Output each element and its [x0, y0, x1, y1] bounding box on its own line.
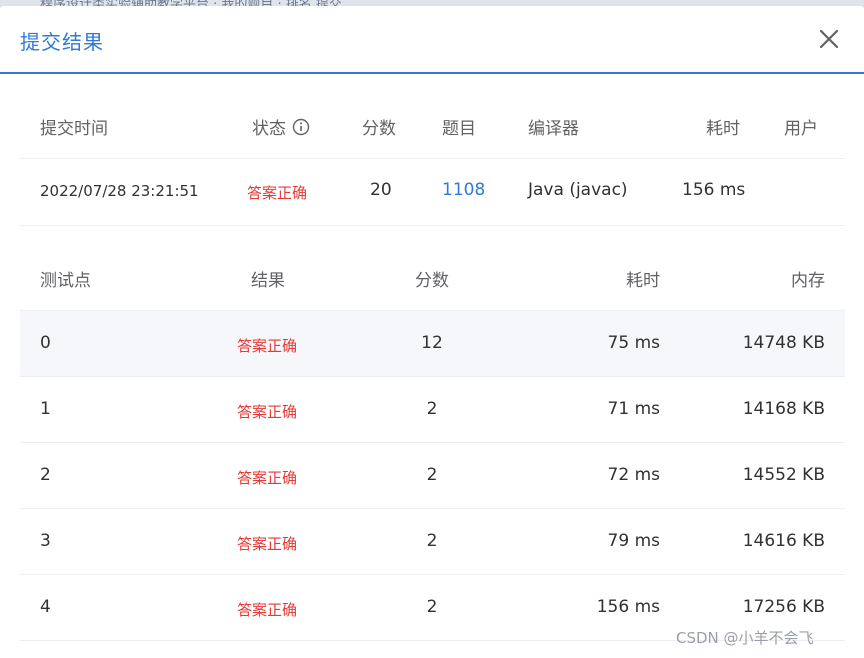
- header-score: 分数: [362, 119, 396, 139]
- tests-header-row: 测试点 结果 分数 耗时 内存: [20, 244, 845, 311]
- test-result: 答案正确: [236, 337, 298, 355]
- close-icon: [819, 29, 839, 49]
- test-id: 1: [40, 399, 51, 419]
- test-id: 2: [40, 465, 51, 485]
- test-score: 2: [426, 597, 438, 617]
- duration-value: 156 ms: [682, 180, 746, 200]
- test-memory: 14616 KB: [742, 531, 825, 551]
- header-test-point: 测试点: [40, 271, 91, 291]
- problem-link[interactable]: 1108: [442, 180, 485, 200]
- dialog-header: 提交结果: [0, 6, 864, 74]
- header-result: 结果: [251, 271, 285, 291]
- test-memory: 14748 KB: [742, 333, 825, 353]
- header-submit-time: 提交时间: [40, 119, 108, 139]
- test-id: 0: [40, 333, 51, 353]
- header-status: 状态: [252, 114, 310, 141]
- header-status-label: 状态: [252, 119, 286, 139]
- summary-data-row: 2022/07/28 23:21:51 答案正确 20 1108 Java (j…: [20, 159, 845, 226]
- table-row: 3 答案正确 2 79 ms 14616 KB: [20, 509, 845, 575]
- status-badge: 答案正确: [247, 184, 308, 202]
- total-score: 20: [370, 180, 392, 200]
- submit-time: 2022/07/28 23:21:51: [40, 182, 199, 200]
- watermark: CSDN @小羊不会飞: [676, 629, 814, 647]
- header-problem: 题目: [442, 119, 476, 139]
- test-time: 79 ms: [607, 531, 660, 551]
- test-cases-table: 测试点 结果 分数 耗时 内存 0 答案正确 12 75 ms 14748 KB…: [20, 244, 845, 641]
- test-score: 2: [426, 399, 438, 419]
- header-user: 用户: [784, 119, 818, 139]
- test-score: 12: [421, 333, 443, 353]
- test-score: 2: [426, 465, 438, 485]
- test-score: 2: [426, 531, 438, 551]
- header-test-score: 分数: [415, 271, 449, 291]
- test-result: 答案正确: [236, 469, 298, 487]
- dialog-title: 提交结果: [20, 30, 104, 54]
- compiler-value: Java (javac): [528, 180, 628, 200]
- header-test-time: 耗时: [626, 271, 660, 291]
- table-row: 2 答案正确 2 72 ms 14552 KB: [20, 443, 845, 509]
- test-id: 3: [40, 531, 51, 551]
- info-circle-icon[interactable]: [292, 118, 310, 141]
- test-time: 72 ms: [607, 465, 660, 485]
- test-memory: 14552 KB: [742, 465, 825, 485]
- header-memory: 内存: [791, 271, 825, 291]
- table-row: 1 答案正确 2 71 ms 14168 KB: [20, 377, 845, 443]
- test-memory: 14168 KB: [742, 399, 825, 419]
- test-time: 75 ms: [607, 333, 660, 353]
- summary-header-row: 提交时间 状态 分数 题目 编译器 耗时 用户: [20, 90, 845, 159]
- header-compiler: 编译器: [528, 119, 579, 139]
- submission-summary-table: 提交时间 状态 分数 题目 编译器 耗时 用户 2022/07/28 23:21…: [20, 90, 845, 226]
- test-result: 答案正确: [236, 601, 298, 619]
- header-duration: 耗时: [706, 119, 740, 139]
- close-button[interactable]: [816, 26, 842, 52]
- test-id: 4: [40, 597, 51, 617]
- test-memory: 17256 KB: [742, 597, 825, 617]
- table-row: 0 答案正确 12 75 ms 14748 KB: [20, 311, 845, 377]
- test-time: 71 ms: [607, 399, 660, 419]
- test-result: 答案正确: [236, 403, 298, 421]
- test-result: 答案正确: [236, 535, 298, 553]
- test-time: 156 ms: [596, 597, 660, 617]
